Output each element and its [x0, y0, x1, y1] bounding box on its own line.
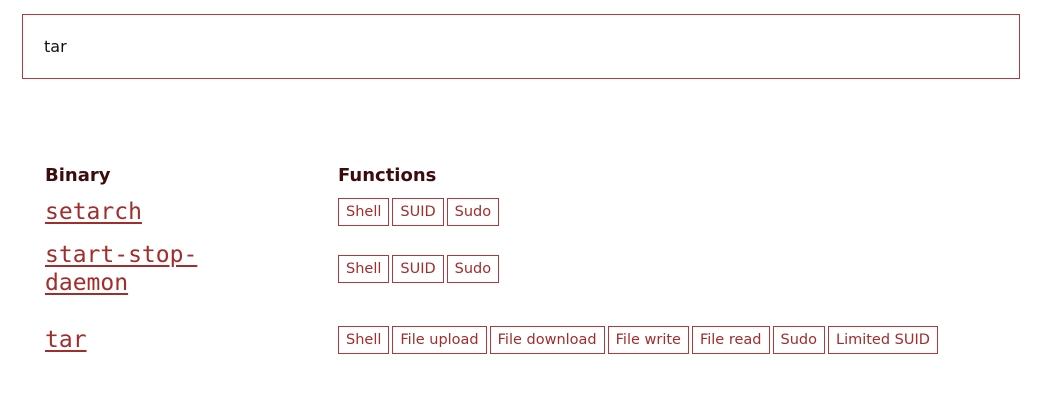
binary-column-header: Binary	[45, 164, 111, 186]
table-header: Binary Functions	[45, 160, 1005, 190]
function-chips: Shell File upload File download File wri…	[338, 326, 1005, 354]
search-input[interactable]	[44, 37, 1019, 56]
binary-link-start-stop-daemon[interactable]: start-stop-daemon	[45, 241, 245, 297]
search-box[interactable]	[22, 14, 1020, 79]
functions-column-header: Functions	[338, 164, 437, 186]
table-row: start-stop-daemon Shell SUID Sudo	[45, 234, 1005, 304]
function-chip-shell[interactable]: Shell	[338, 198, 390, 226]
binary-link-tar[interactable]: tar	[45, 326, 245, 354]
binary-link-setarch[interactable]: setarch	[45, 198, 245, 226]
function-chips: Shell SUID Sudo	[338, 198, 1005, 226]
function-chip-shell[interactable]: Shell	[338, 255, 390, 283]
table-row: tar Shell File upload File download File…	[45, 304, 1005, 376]
function-chip-limited-suid[interactable]: Limited SUID	[827, 326, 938, 354]
function-chip-shell[interactable]: Shell	[338, 326, 390, 354]
function-chip-suid[interactable]: SUID	[392, 198, 444, 226]
function-chip-sudo[interactable]: Sudo	[772, 326, 825, 354]
function-chip-suid[interactable]: SUID	[392, 255, 444, 283]
function-chip-file-download[interactable]: File download	[489, 326, 605, 354]
function-chip-sudo[interactable]: Sudo	[446, 255, 500, 283]
table-row: setarch Shell SUID Sudo	[45, 190, 1005, 234]
function-chip-file-upload[interactable]: File upload	[392, 326, 487, 354]
results-table: Binary Functions setarch Shell SUID Sudo…	[45, 160, 1005, 376]
function-chip-sudo[interactable]: Sudo	[446, 198, 500, 226]
function-chip-file-write[interactable]: File write	[607, 326, 689, 354]
function-chips: Shell SUID Sudo	[338, 255, 1005, 283]
function-chip-file-read[interactable]: File read	[691, 326, 770, 354]
